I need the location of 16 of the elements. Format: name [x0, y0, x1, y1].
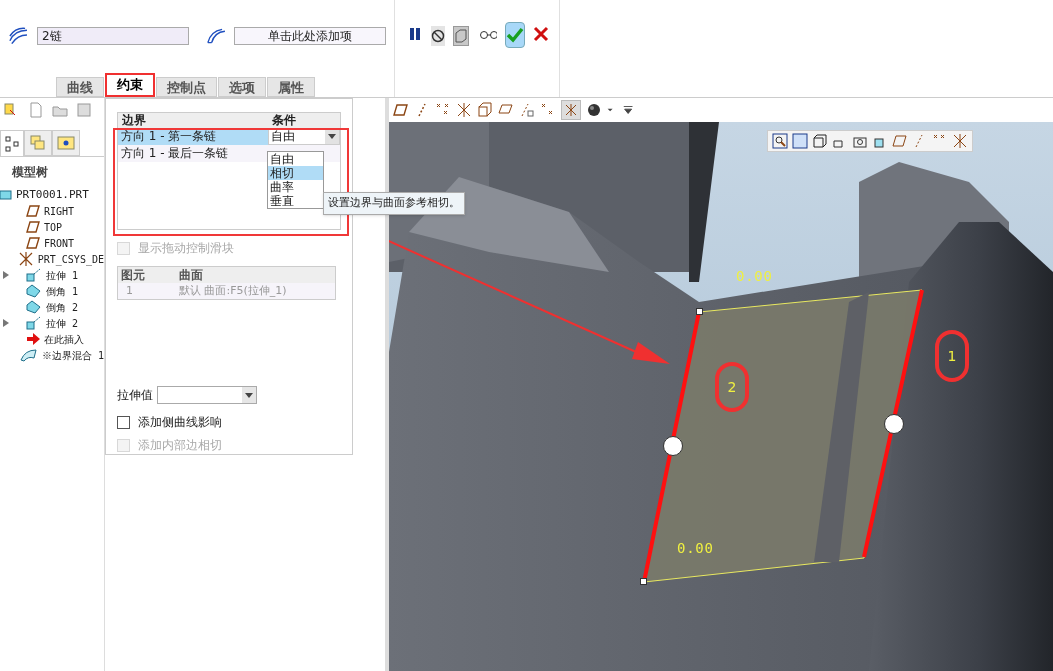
dimension-text: 0.00 — [736, 267, 773, 286]
column-header: 曲面 — [178, 267, 203, 283]
stretch-label: 拉伸值 — [117, 387, 153, 404]
column-header: 边界 — [121, 113, 147, 128]
model-tree-title: 模型树 — [11, 164, 49, 181]
table-cell-text: 方向 1 - 最后一条链 — [120, 145, 230, 162]
column-header: 条件 — [271, 113, 296, 128]
table-cell-text: 1 — [125, 283, 134, 299]
table-cell-text: 默认 曲面:F5(拉伸_1) — [178, 283, 287, 299]
dimension-text: 0.00 — [677, 539, 714, 558]
column-header: 图元 — [120, 267, 146, 283]
tooltip: 设置边界与曲面参考相切。 — [323, 192, 465, 215]
checkbox-label: 添加内部边相切 — [138, 437, 222, 454]
table-cell-text: 方向 1 - 第一条链 — [120, 128, 218, 145]
checkbox-label: 显示拖动控制滑块 — [138, 240, 234, 257]
checkbox-label: 添加侧曲线影响 — [138, 414, 222, 431]
